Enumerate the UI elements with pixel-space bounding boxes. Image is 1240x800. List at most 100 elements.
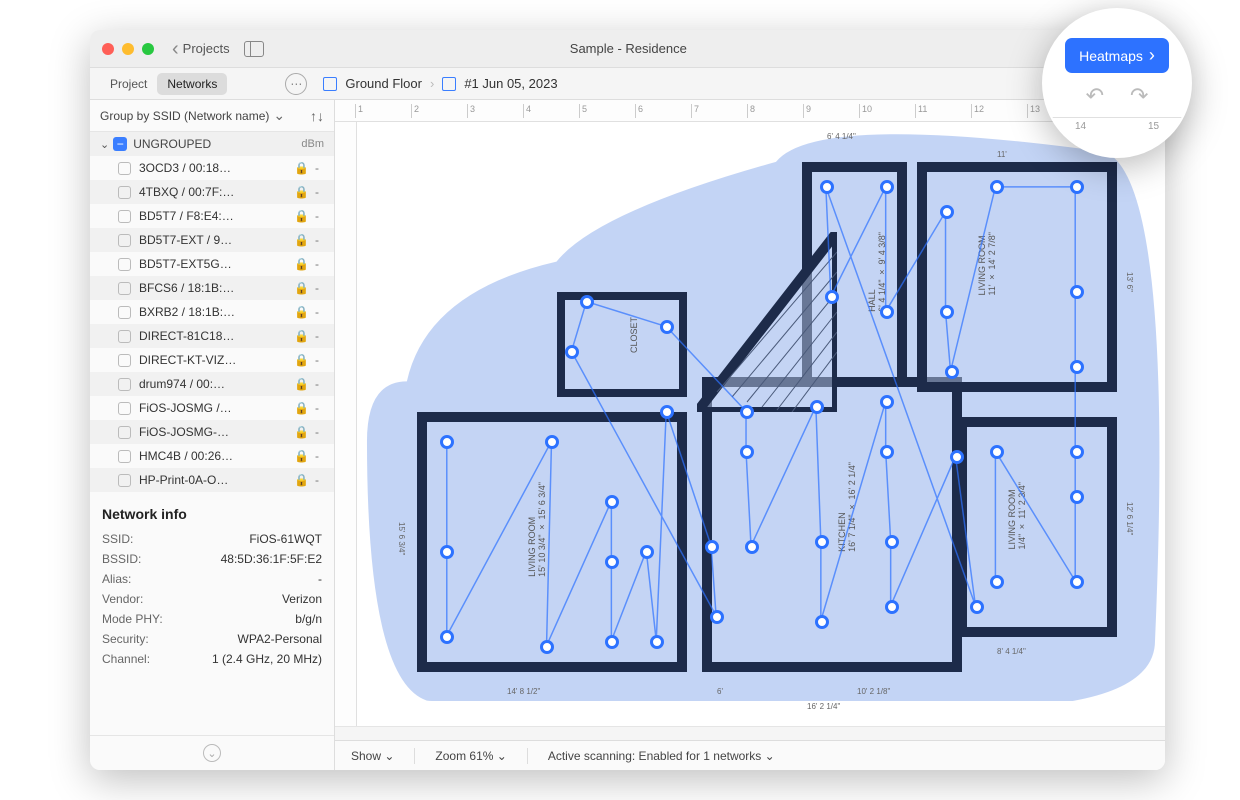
survey-point[interactable] <box>885 600 899 614</box>
network-row[interactable]: FiOS-JOSMG /…🔒- <box>90 396 334 420</box>
back-button[interactable]: Projects <box>172 39 230 59</box>
survey-point[interactable] <box>650 635 664 649</box>
network-row[interactable]: 3OCD3 / 00:18…🔒- <box>90 156 334 180</box>
breadcrumb-floor[interactable]: Ground Floor <box>345 76 422 91</box>
network-row[interactable]: HMC4B / 00:26…🔒- <box>90 444 334 468</box>
survey-point[interactable] <box>880 305 894 319</box>
scanning-menu[interactable]: Active scanning: Enabled for 1 networks … <box>548 749 775 763</box>
survey-point[interactable] <box>1070 445 1084 459</box>
survey-point[interactable] <box>970 600 984 614</box>
survey-point[interactable] <box>990 180 1004 194</box>
network-row[interactable]: BD5T7-EXT / 9…🔒- <box>90 228 334 252</box>
survey-point[interactable] <box>940 305 954 319</box>
network-checkbox[interactable] <box>118 402 131 415</box>
disclosure-triangle-icon[interactable]: ⌄ <box>100 138 109 151</box>
survey-point[interactable] <box>540 640 554 654</box>
close-window-button[interactable] <box>102 43 114 55</box>
survey-point[interactable] <box>990 445 1004 459</box>
network-row[interactable]: BXRB2 / 18:1B:…🔒- <box>90 300 334 324</box>
survey-point[interactable] <box>810 400 824 414</box>
network-row[interactable]: FiOS-JOSMG-…🔒- <box>90 420 334 444</box>
survey-point[interactable] <box>885 535 899 549</box>
survey-point[interactable] <box>440 435 454 449</box>
survey-point[interactable] <box>950 450 964 464</box>
network-row[interactable]: BFCS6 / 18:1B:…🔒- <box>90 276 334 300</box>
survey-point[interactable] <box>710 610 724 624</box>
survey-point[interactable] <box>740 405 754 419</box>
network-checkbox[interactable] <box>118 306 131 319</box>
survey-point[interactable] <box>945 365 959 379</box>
network-checkbox[interactable] <box>118 330 131 343</box>
network-group-header[interactable]: ⌄ − UNGROUPED dBm <box>90 132 334 156</box>
undo-icon[interactable]: ↶ <box>1086 83 1104 109</box>
survey-point[interactable] <box>640 545 654 559</box>
network-checkbox[interactable] <box>118 474 131 487</box>
survey-point[interactable] <box>565 345 579 359</box>
network-checkbox[interactable] <box>118 378 131 391</box>
group-by-select[interactable]: Group by SSID (Network name) ↑↓ <box>90 100 334 132</box>
ruler-tick: 1 <box>355 104 363 118</box>
floorplan-canvas[interactable]: LIVING ROOM15' 10 3/4" × 15' 6 3/4" KITC… <box>357 122 1165 726</box>
tab-networks[interactable]: Networks <box>157 73 227 95</box>
network-row[interactable]: BD5T7 / F8:E4:…🔒- <box>90 204 334 228</box>
survey-point[interactable] <box>745 540 759 554</box>
survey-point[interactable] <box>740 445 754 459</box>
survey-point[interactable] <box>580 295 594 309</box>
survey-point[interactable] <box>440 630 454 644</box>
network-checkbox[interactable] <box>118 258 131 271</box>
survey-point[interactable] <box>1070 285 1084 299</box>
network-checkbox[interactable] <box>118 426 131 439</box>
survey-point[interactable] <box>820 180 834 194</box>
info-key: Channel: <box>102 652 150 666</box>
network-checkbox[interactable] <box>118 450 131 463</box>
network-checkbox[interactable] <box>118 282 131 295</box>
survey-point[interactable] <box>815 535 829 549</box>
network-checkbox[interactable] <box>118 186 131 199</box>
zoom-menu[interactable]: Zoom 61% ⌄ <box>435 749 506 763</box>
survey-point[interactable] <box>1070 490 1084 504</box>
survey-point[interactable] <box>940 205 954 219</box>
sidebar-toggle-button[interactable] <box>244 41 264 57</box>
redo-icon[interactable]: ↷ <box>1130 83 1148 109</box>
minimize-window-button[interactable] <box>122 43 134 55</box>
survey-point[interactable] <box>880 445 894 459</box>
mixed-state-checkbox[interactable]: − <box>113 137 127 151</box>
network-row[interactable]: DIRECT-81C18…🔒- <box>90 324 334 348</box>
survey-point[interactable] <box>660 320 674 334</box>
horizontal-scrollbar[interactable] <box>335 726 1165 740</box>
sort-button[interactable]: ↑↓ <box>310 108 324 124</box>
survey-point[interactable] <box>440 545 454 559</box>
survey-point[interactable] <box>705 540 719 554</box>
info-row: Vendor:Verizon <box>102 592 322 606</box>
survey-point[interactable] <box>1070 360 1084 374</box>
survey-point[interactable] <box>545 435 559 449</box>
network-row[interactable]: 4TBXQ / 00:7F:…🔒- <box>90 180 334 204</box>
breadcrumb-snapshot[interactable]: #1 Jun 05, 2023 <box>464 76 557 91</box>
sidebar-collapse-button[interactable]: ⌄ <box>90 735 334 770</box>
network-checkbox[interactable] <box>118 162 131 175</box>
show-menu[interactable]: Show ⌄ <box>351 749 394 763</box>
survey-point[interactable] <box>605 635 619 649</box>
network-row[interactable]: BD5T7-EXT5G…🔒- <box>90 252 334 276</box>
network-checkbox[interactable] <box>118 354 131 367</box>
survey-point[interactable] <box>1070 180 1084 194</box>
survey-point[interactable] <box>825 290 839 304</box>
network-checkbox[interactable] <box>118 234 131 247</box>
network-row[interactable]: HP-Print-0A-O…🔒- <box>90 468 334 492</box>
survey-point[interactable] <box>990 575 1004 589</box>
survey-point[interactable] <box>880 395 894 409</box>
survey-point[interactable] <box>880 180 894 194</box>
more-options-button[interactable]: ⋯ <box>285 73 307 95</box>
survey-point[interactable] <box>1070 575 1084 589</box>
survey-point[interactable] <box>660 405 674 419</box>
ruler-tick: 7 <box>691 104 699 118</box>
network-checkbox[interactable] <box>118 210 131 223</box>
survey-point[interactable] <box>605 495 619 509</box>
zoom-window-button[interactable] <box>142 43 154 55</box>
network-row[interactable]: DIRECT-KT-VIZ…🔒- <box>90 348 334 372</box>
heatmaps-button[interactable]: Heatmaps <box>1065 38 1169 73</box>
survey-point[interactable] <box>815 615 829 629</box>
survey-point[interactable] <box>605 555 619 569</box>
tab-project[interactable]: Project <box>100 73 157 95</box>
network-row[interactable]: drum974 / 00:…🔒- <box>90 372 334 396</box>
